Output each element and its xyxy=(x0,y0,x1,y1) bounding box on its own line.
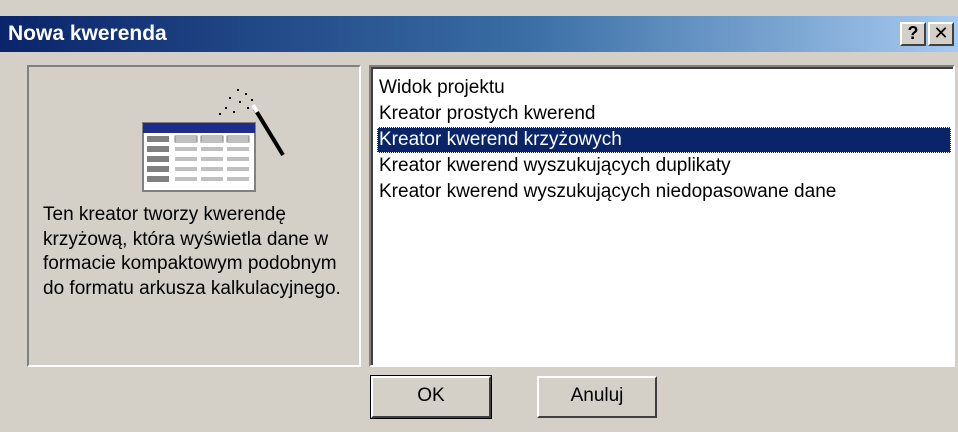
close-button[interactable]: ✕ xyxy=(928,22,954,46)
cancel-button[interactable]: Anuluj xyxy=(537,376,657,418)
help-button[interactable]: ? xyxy=(900,22,926,46)
crosstab-wizard-icon xyxy=(142,89,285,192)
wand xyxy=(253,107,285,157)
wizard-description: Ten kreator tworzy kwerendę krzyżową, kt… xyxy=(43,204,341,299)
list-item-crosstab-query-wizard[interactable]: Kreator kwerend krzyżowych xyxy=(377,127,951,153)
list-item-find-unmatched-wizard[interactable]: Kreator kwerend wyszukujących niedopasow… xyxy=(377,179,951,205)
list-item-simple-query-wizard[interactable]: Kreator prostych kwerend xyxy=(377,101,951,127)
ok-button[interactable]: OK xyxy=(370,375,492,419)
new-query-dialog: Nowa kwerenda ? ✕ Ten kreator tworzy kwe… xyxy=(0,0,958,432)
list-item-find-duplicates-wizard[interactable]: Kreator kwerend wyszukujących duplikaty xyxy=(377,153,951,179)
query-type-list-inner: Widok projektu Kreator prostych kwerend … xyxy=(371,67,953,365)
description-panel: Ten kreator tworzy kwerendę krzyżową, kt… xyxy=(27,65,361,367)
title-bar[interactable]: Nowa kwerenda ? ✕ xyxy=(0,16,958,52)
list-item-design-view[interactable]: Widok projektu xyxy=(377,75,951,101)
close-icon: ✕ xyxy=(933,23,949,43)
dialog-title: Nowa kwerenda xyxy=(8,22,167,45)
sparkles xyxy=(219,89,253,115)
help-icon: ? xyxy=(907,23,919,43)
query-type-list[interactable]: Widok projektu Kreator prostych kwerend … xyxy=(369,65,955,367)
table-sheet xyxy=(142,122,256,192)
